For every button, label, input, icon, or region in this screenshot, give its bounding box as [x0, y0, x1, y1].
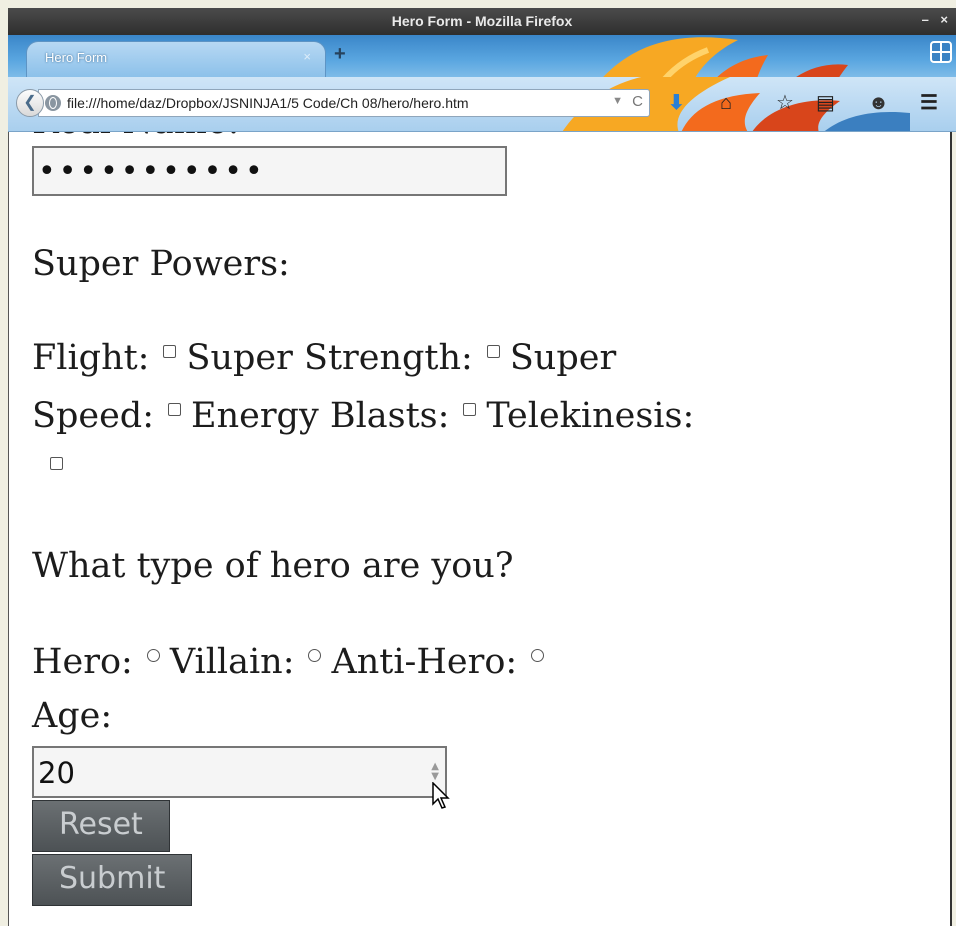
age-label: Age: — [32, 696, 113, 736]
url-bar[interactable]: ▼ C — [38, 89, 650, 117]
tab-label: Hero Form — [45, 50, 108, 65]
super-strength-checkbox[interactable] — [486, 345, 500, 358]
submit-button[interactable]: Submit — [32, 854, 193, 906]
hero-type-row: Hero: Villain: Anti-Hero: — [32, 642, 554, 682]
power-label-super-strength: Super Strength: — [186, 338, 473, 378]
power-label-energy-blasts: Energy Blasts: — [191, 396, 450, 436]
reset-button[interactable]: Reset — [32, 800, 170, 852]
window-titlebar: Hero Form - Mozilla Firefox – × — [8, 8, 956, 35]
hero-type-label-anti-hero: Anti-Hero: — [331, 642, 518, 682]
villain-radio[interactable] — [308, 649, 322, 662]
super-powers-heading: Super Powers: — [32, 244, 290, 284]
url-input[interactable] — [67, 92, 607, 114]
powers-row-1: Flight: Super Strength: Super — [32, 338, 616, 378]
anti-hero-radio[interactable] — [531, 649, 545, 662]
bookmark-star-icon[interactable]: ☆ — [776, 89, 794, 117]
url-dropdown-icon[interactable]: ▼ — [612, 95, 623, 107]
tab-strip: Hero Form × + — [8, 35, 956, 77]
download-icon[interactable]: ⬇ — [668, 89, 685, 117]
bookmarks-list-icon[interactable]: ▤ — [816, 89, 835, 117]
power-label-flight: Flight: — [32, 338, 150, 378]
real-name-password-field[interactable] — [32, 146, 507, 196]
mouse-cursor-icon — [432, 782, 450, 809]
hero-type-heading: What type of hero are you? — [32, 546, 514, 586]
persona-icon[interactable]: ☻ — [868, 89, 889, 117]
super-speed-checkbox[interactable] — [168, 403, 182, 416]
new-tab-icon[interactable]: + — [334, 43, 346, 66]
age-spinner-icon[interactable]: ▲ ▼ — [431, 762, 439, 782]
tab-groups-icon[interactable] — [930, 41, 952, 63]
tab-close-icon[interactable]: × — [303, 49, 311, 64]
flight-checkbox[interactable] — [163, 345, 177, 358]
power-label-super-speed-part1: Super — [509, 338, 617, 378]
back-button[interactable]: ❮ — [16, 89, 44, 117]
age-number-input[interactable]: 20 ▲ ▼ — [32, 746, 447, 798]
menu-icon[interactable]: ☰ — [920, 89, 938, 117]
power-label-super-speed-part2: Speed: — [32, 396, 155, 436]
telekinesis-checkbox[interactable] — [50, 457, 63, 470]
navigation-toolbar: ▼ C ❮ ⬇ ⌂ ☆ ▤ ☻ ☰ — [8, 77, 956, 132]
power-label-telekinesis: Telekinesis: — [486, 396, 695, 436]
window-title: Hero Form - Mozilla Firefox — [391, 13, 573, 29]
page-content: Real Name: Super Powers: Flight: Super St… — [8, 132, 952, 926]
energy-blasts-checkbox[interactable] — [463, 403, 477, 416]
reload-icon[interactable]: C — [632, 93, 643, 110]
firefox-logo-decoration — [603, 37, 848, 77]
tab-hero-form[interactable]: Hero Form × — [26, 41, 326, 77]
home-icon[interactable]: ⌂ — [720, 89, 732, 117]
real-name-label: Real Name: — [32, 132, 239, 142]
powers-row-3 — [32, 450, 73, 490]
hero-type-label-villain: Villain: — [169, 642, 295, 682]
hero-type-label-hero: Hero: — [32, 642, 133, 682]
age-value: 20 — [38, 756, 75, 790]
window-controls[interactable]: – × — [922, 12, 952, 27]
powers-row-2: Speed: Energy Blasts: Telekinesis: — [32, 396, 694, 436]
hero-radio[interactable] — [146, 649, 160, 662]
site-identity-icon[interactable] — [45, 95, 61, 111]
